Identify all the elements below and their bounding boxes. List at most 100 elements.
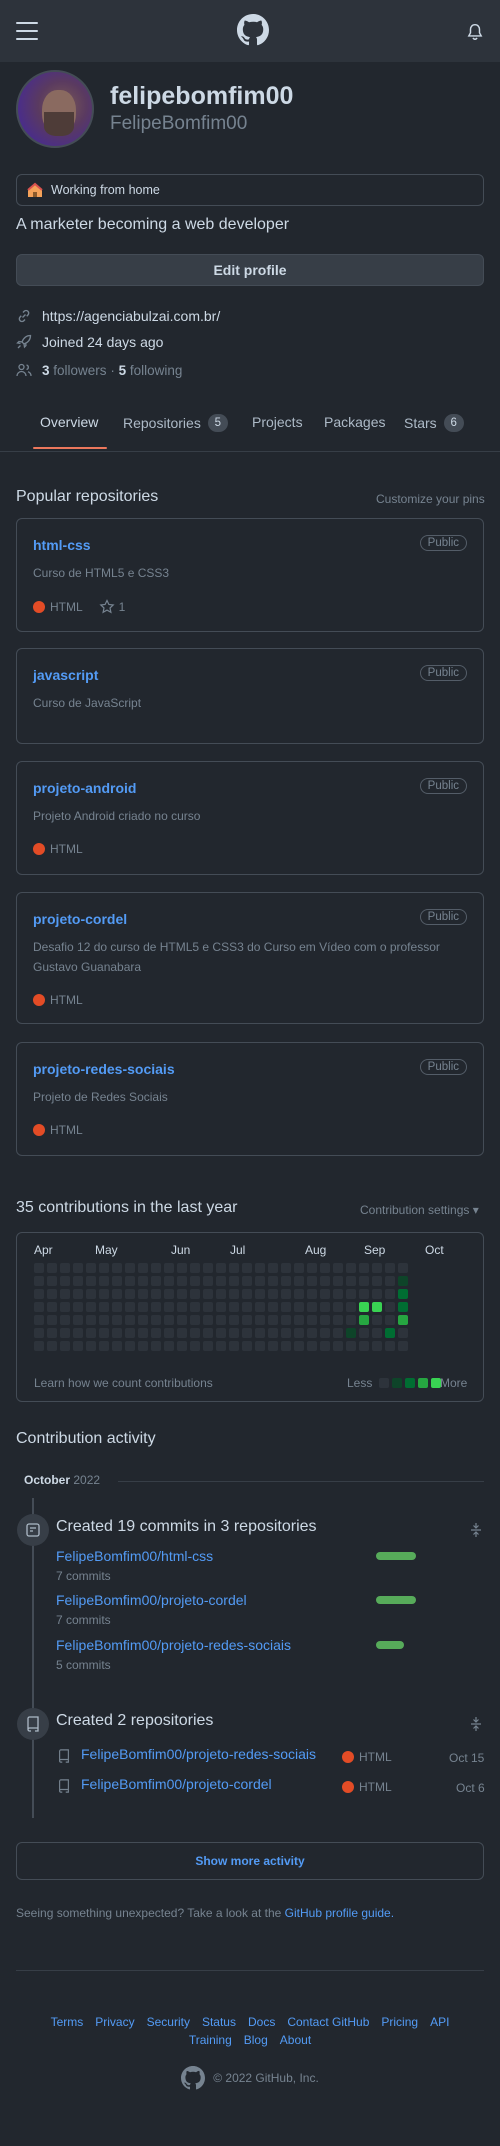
contribution-day-cell[interactable] (203, 1328, 213, 1338)
repo-name-link[interactable]: projeto-redes-sociais (33, 1061, 175, 1077)
contribution-day-cell[interactable] (320, 1328, 330, 1338)
contribution-day-cell[interactable] (242, 1263, 252, 1273)
notification-bell-icon[interactable] (466, 22, 484, 42)
tab-stars[interactable]: Stars 6 (404, 414, 464, 432)
contribution-day-cell[interactable] (398, 1341, 408, 1351)
contribution-day-cell[interactable] (164, 1276, 174, 1286)
contribution-day-cell[interactable] (125, 1263, 135, 1273)
avatar[interactable] (16, 70, 94, 148)
footer-link-api[interactable]: API (430, 2015, 449, 2029)
contribution-day-cell[interactable] (281, 1328, 291, 1338)
contribution-day-cell[interactable] (99, 1328, 109, 1338)
followers-label[interactable]: followers (53, 363, 106, 378)
contribution-day-cell[interactable] (333, 1289, 343, 1299)
followers-count[interactable]: 3 (42, 363, 50, 378)
contribution-day-cell[interactable] (268, 1341, 278, 1351)
contribution-day-cell[interactable] (242, 1315, 252, 1325)
contribution-day-cell[interactable] (359, 1315, 369, 1325)
contribution-day-cell[interactable] (255, 1276, 265, 1286)
contribution-day-cell[interactable] (177, 1276, 187, 1286)
contribution-day-cell[interactable] (125, 1276, 135, 1286)
contribution-day-cell[interactable] (125, 1289, 135, 1299)
contribution-day-cell[interactable] (255, 1315, 265, 1325)
contribution-day-cell[interactable] (255, 1289, 265, 1299)
contribution-day-cell[interactable] (34, 1302, 44, 1312)
contribution-day-cell[interactable] (372, 1315, 382, 1325)
contribution-day-cell[interactable] (125, 1315, 135, 1325)
contribution-day-cell[interactable] (398, 1289, 408, 1299)
contribution-day-cell[interactable] (268, 1263, 278, 1273)
contribution-day-cell[interactable] (229, 1328, 239, 1338)
contribution-day-cell[interactable] (86, 1328, 96, 1338)
contribution-day-cell[interactable] (151, 1289, 161, 1299)
contribution-day-cell[interactable] (112, 1315, 122, 1325)
contribution-day-cell[interactable] (164, 1328, 174, 1338)
contribution-day-cell[interactable] (60, 1289, 70, 1299)
contribution-day-cell[interactable] (216, 1315, 226, 1325)
github-logo-icon[interactable] (237, 14, 269, 46)
contribution-day-cell[interactable] (203, 1302, 213, 1312)
contribution-day-cell[interactable] (177, 1328, 187, 1338)
contribution-day-cell[interactable] (268, 1328, 278, 1338)
contribution-day-cell[interactable] (73, 1328, 83, 1338)
contribution-day-cell[interactable] (398, 1302, 408, 1312)
contribution-day-cell[interactable] (281, 1315, 291, 1325)
contribution-day-cell[interactable] (359, 1302, 369, 1312)
contribution-day-cell[interactable] (359, 1341, 369, 1351)
contribution-day-cell[interactable] (281, 1289, 291, 1299)
contribution-day-cell[interactable] (73, 1276, 83, 1286)
contribution-day-cell[interactable] (281, 1276, 291, 1286)
contribution-day-cell[interactable] (138, 1263, 148, 1273)
contribution-day-cell[interactable] (112, 1302, 122, 1312)
contribution-day-cell[interactable] (307, 1302, 317, 1312)
contribution-day-cell[interactable] (268, 1302, 278, 1312)
contribution-day-cell[interactable] (320, 1276, 330, 1286)
contribution-day-cell[interactable] (86, 1263, 96, 1273)
contribution-day-cell[interactable] (151, 1302, 161, 1312)
contribution-day-cell[interactable] (372, 1276, 382, 1286)
contribution-day-cell[interactable] (138, 1302, 148, 1312)
contribution-day-cell[interactable] (398, 1328, 408, 1338)
contribution-day-cell[interactable] (112, 1328, 122, 1338)
contribution-day-cell[interactable] (320, 1315, 330, 1325)
footer-link-pricing[interactable]: Pricing (381, 2015, 418, 2029)
contribution-day-cell[interactable] (151, 1341, 161, 1351)
contribution-day-cell[interactable] (216, 1341, 226, 1351)
contribution-day-cell[interactable] (203, 1341, 213, 1351)
contribution-day-cell[interactable] (164, 1341, 174, 1351)
contribution-day-cell[interactable] (177, 1302, 187, 1312)
contribution-day-cell[interactable] (307, 1289, 317, 1299)
contribution-day-cell[interactable] (164, 1315, 174, 1325)
contribution-day-cell[interactable] (47, 1341, 57, 1351)
learn-contributions-link[interactable]: Learn how we count contributions (34, 1376, 213, 1390)
contribution-day-cell[interactable] (294, 1328, 304, 1338)
contribution-day-cell[interactable] (216, 1302, 226, 1312)
contribution-day-cell[interactable] (99, 1341, 109, 1351)
contribution-day-cell[interactable] (112, 1276, 122, 1286)
footer-link-docs[interactable]: Docs (248, 2015, 275, 2029)
footer-link-status[interactable]: Status (202, 2015, 236, 2029)
contribution-day-cell[interactable] (307, 1341, 317, 1351)
contribution-day-cell[interactable] (99, 1302, 109, 1312)
contribution-day-cell[interactable] (60, 1315, 70, 1325)
repo-stars[interactable]: 1 (119, 600, 126, 614)
contribution-day-cell[interactable] (346, 1328, 356, 1338)
contribution-day-cell[interactable] (99, 1263, 109, 1273)
contribution-day-cell[interactable] (359, 1328, 369, 1338)
tab-projects[interactable]: Projects (252, 414, 303, 430)
repo-name-link[interactable]: projeto-android (33, 780, 136, 796)
contribution-day-cell[interactable] (372, 1263, 382, 1273)
commit-repo-link[interactable]: FelipeBomfim00/projeto-cordel (56, 1592, 247, 1608)
contribution-day-cell[interactable] (47, 1263, 57, 1273)
contribution-day-cell[interactable] (203, 1289, 213, 1299)
contribution-day-cell[interactable] (294, 1315, 304, 1325)
contribution-day-cell[interactable] (47, 1328, 57, 1338)
following-label[interactable]: following (130, 363, 183, 378)
contribution-day-cell[interactable] (73, 1263, 83, 1273)
contribution-day-cell[interactable] (73, 1289, 83, 1299)
fold-icon[interactable] (468, 1522, 484, 1538)
contribution-day-cell[interactable] (138, 1276, 148, 1286)
contribution-day-cell[interactable] (112, 1289, 122, 1299)
contribution-day-cell[interactable] (151, 1315, 161, 1325)
contribution-day-cell[interactable] (255, 1302, 265, 1312)
